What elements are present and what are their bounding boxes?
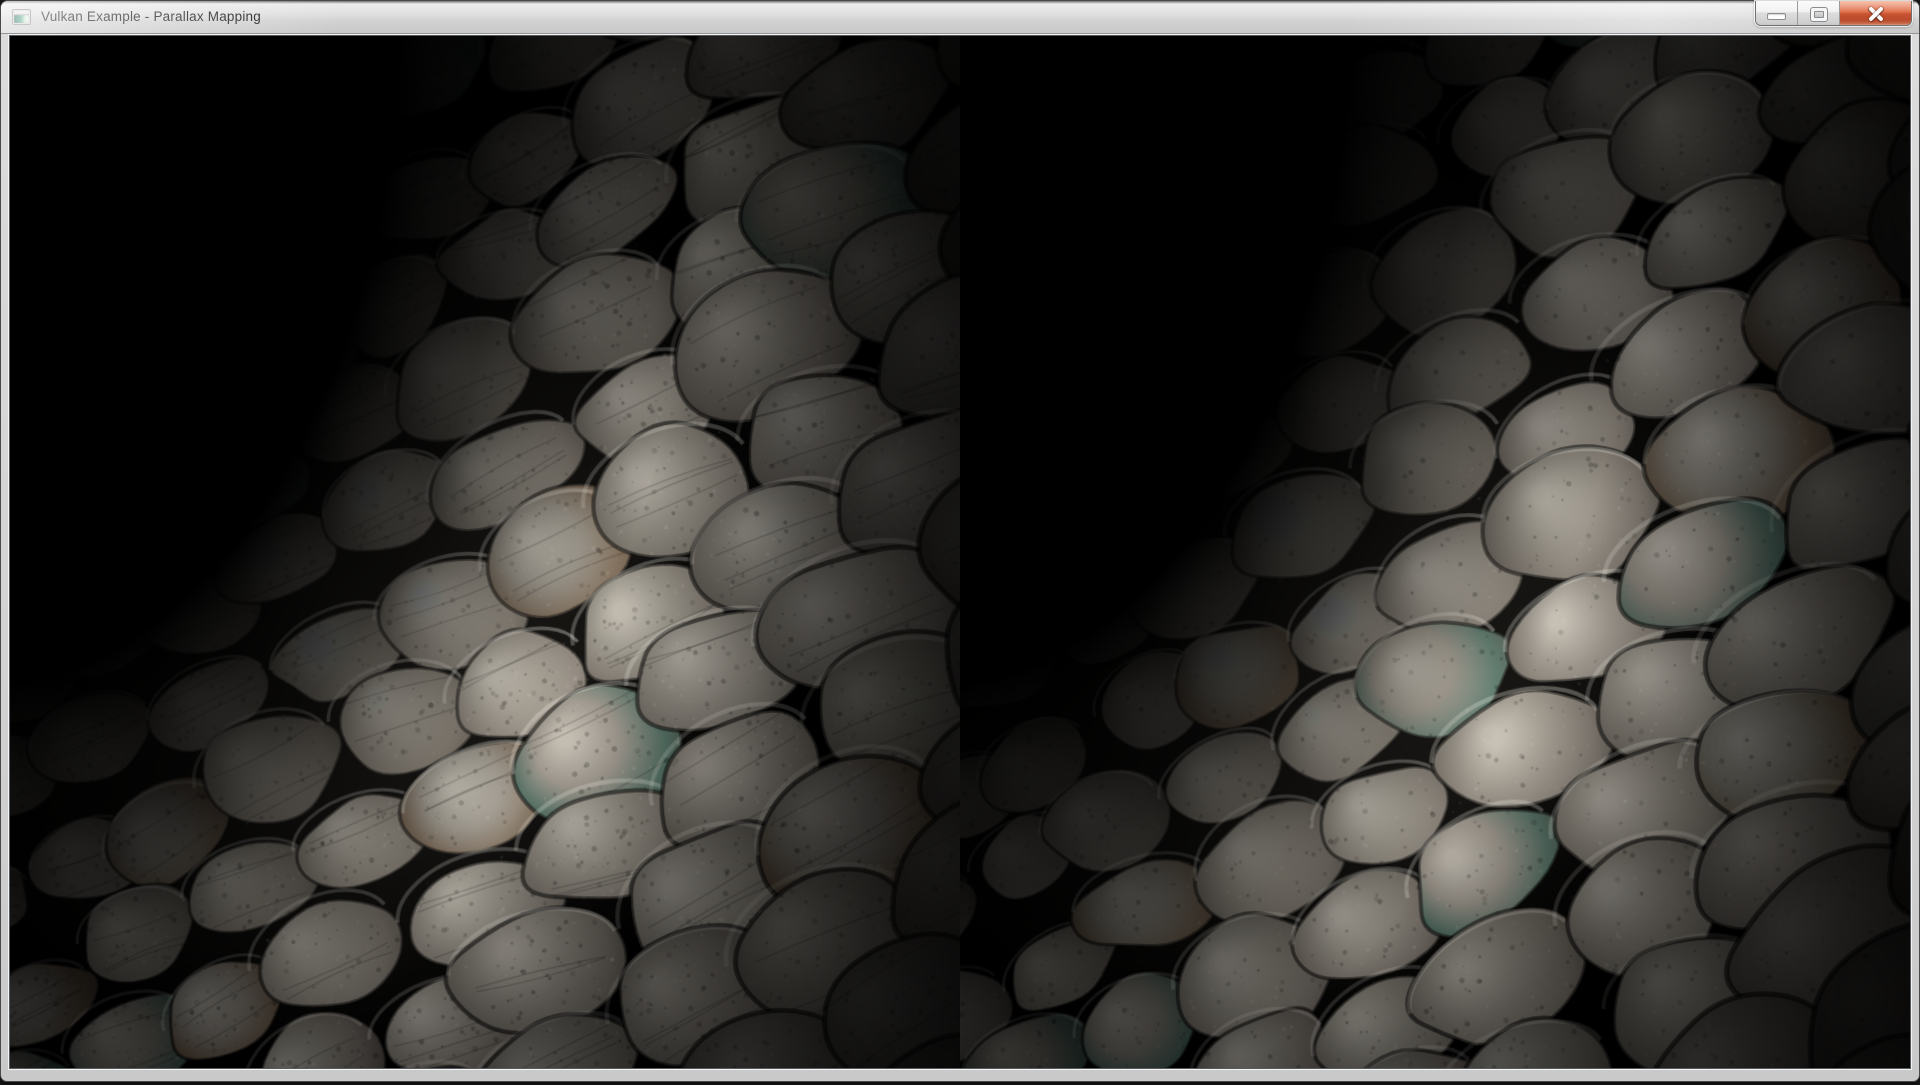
- minimize-icon: [1767, 13, 1786, 20]
- close-icon: [1866, 4, 1886, 24]
- maximize-icon: [1810, 7, 1828, 22]
- render-viewport: [9, 35, 1911, 1069]
- app-icon[interactable]: [12, 9, 31, 25]
- maximize-button[interactable]: [1797, 1, 1839, 25]
- minimize-button[interactable]: [1756, 1, 1797, 25]
- app-window: Vulkan Example - Parallax Mapping: [0, 0, 1920, 1082]
- render-panel-left[interactable]: [10, 36, 960, 1068]
- render-panel-right[interactable]: [960, 36, 1910, 1068]
- titlebar[interactable]: Vulkan Example - Parallax Mapping: [1, 1, 1919, 34]
- close-button[interactable]: [1839, 1, 1911, 25]
- window-controls: [1755, 1, 1912, 26]
- window-title: Vulkan Example - Parallax Mapping: [41, 9, 261, 24]
